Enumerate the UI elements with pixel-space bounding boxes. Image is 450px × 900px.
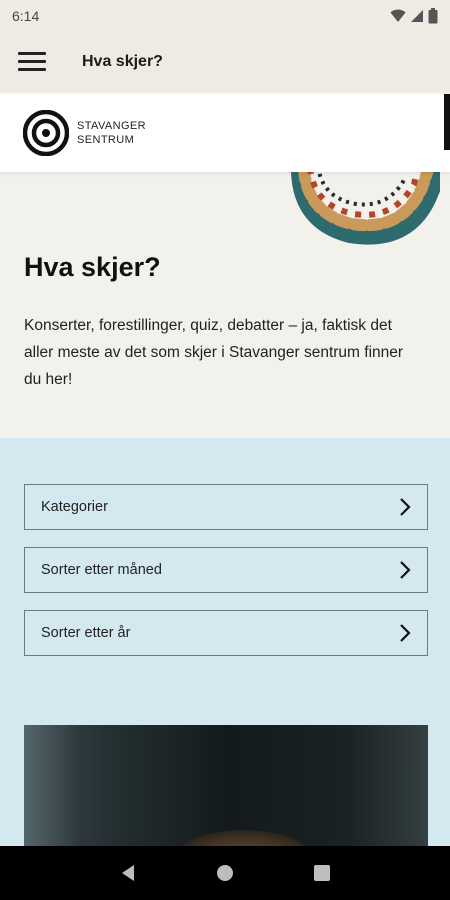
sort-by-year-label: Sorter etter år — [41, 625, 131, 641]
home-button[interactable] — [205, 853, 245, 893]
menu-button[interactable] — [0, 32, 64, 92]
status-icons — [390, 8, 438, 24]
logo-line2: SENTRUM — [77, 134, 135, 146]
sort-by-month-button[interactable]: Sorter etter måned — [24, 547, 428, 593]
chevron-right-icon — [400, 624, 411, 642]
decorative-ring-graphic — [291, 172, 440, 245]
event-image[interactable] — [24, 725, 428, 855]
hamburger-icon — [18, 52, 46, 72]
back-button[interactable] — [108, 853, 148, 893]
recents-button[interactable] — [302, 853, 342, 893]
battery-icon — [428, 8, 438, 24]
system-nav-bar — [0, 846, 450, 900]
sort-by-month-label: Sorter etter måned — [41, 562, 162, 578]
status-time: 6:14 — [12, 8, 40, 24]
recents-icon — [313, 865, 330, 881]
event-image-wall — [24, 725, 84, 855]
chevron-right-icon — [400, 561, 411, 579]
categories-button[interactable]: Kategorier — [24, 484, 428, 530]
sort-by-year-button[interactable]: Sorter etter år — [24, 610, 428, 656]
wifi-icon — [390, 9, 406, 22]
chevron-right-icon — [400, 498, 411, 516]
filter-section: Kategorier Sorter etter måned Sorter ett… — [0, 438, 450, 855]
header-edge — [444, 94, 450, 150]
screen: 6:14 Hva skjer? STAVANGER SENTRUM Hva sk… — [0, 0, 450, 900]
signal-icon — [411, 10, 423, 22]
logo-text: STAVANGER SENTRUM — [77, 119, 146, 147]
categories-label: Kategorier — [41, 499, 108, 515]
app-bar: Hva skjer? — [0, 32, 450, 92]
page-description: Konserter, forestillinger, quiz, debatte… — [24, 317, 404, 388]
logo-line1: STAVANGER — [77, 120, 146, 132]
hero-section: Hva skjer? Konserter, forestillinger, qu… — [0, 172, 450, 438]
stavanger-sentrum-logo-icon[interactable] — [23, 110, 69, 156]
site-header: STAVANGER SENTRUM — [0, 94, 450, 172]
status-bar: 6:14 — [0, 0, 450, 32]
back-icon — [122, 865, 135, 881]
home-icon — [216, 865, 233, 881]
page-title: Hva skjer? — [24, 252, 161, 282]
app-bar-title: Hva skjer? — [82, 53, 163, 70]
